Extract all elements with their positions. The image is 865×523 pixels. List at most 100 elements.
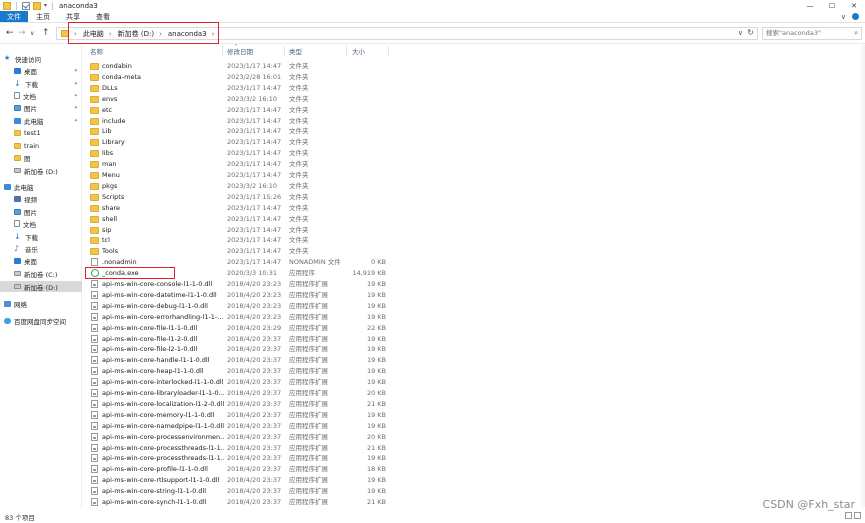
file-row[interactable]: api-ms-win-core-libraryloader-l1-1-0... 2… [84,388,865,399]
sidebar-item[interactable]: ↓ 下载 [0,231,82,242]
file-row[interactable]: Scripts 2023/1/17 15:26 文件夹 [84,192,865,203]
sidebar-item[interactable]: 百度网盘同步空间 [0,315,82,326]
file-row[interactable]: api-ms-win-core-heap-l1-1-0.dll 2018/4/20… [84,366,865,377]
expand-ribbon-icon[interactable]: ∨ [841,13,846,21]
column-header-size[interactable]: 大小 [352,45,365,57]
file-row[interactable]: api-ms-win-core-debug-l1-1-0.dll 2018/4/2… [84,301,865,312]
file-row[interactable]: conda-meta 2023/2/28 16:01 文件夹 [84,72,865,83]
search-box[interactable]: ⌕ [762,27,862,40]
column-divider[interactable] [388,46,389,56]
breadcrumb-separator[interactable]: › [74,30,77,38]
sidebar-item[interactable]: 图片 [0,206,82,217]
sidebar-item[interactable]: 新加卷 (D:) [0,281,82,292]
file-row[interactable]: Menu 2023/1/17 14:47 文件夹 [84,170,865,181]
sidebar-item[interactable]: 视频 [0,193,82,204]
column-header-date[interactable]: 修改日期 [227,45,253,57]
tab-share[interactable]: 共享 [58,11,88,22]
minimize-button[interactable]: — [799,0,821,11]
file-row[interactable]: api-ms-win-core-interlocked-l1-1-0.dll 20… [84,377,865,388]
sidebar-item[interactable]: 桌面 [0,255,82,266]
properties-icon[interactable] [22,1,30,10]
file-row[interactable]: api-ms-win-core-processthreads-l1-1... 20… [84,443,865,454]
sidebar-item[interactable]: 此电脑 ✦ [0,115,82,126]
file-row[interactable]: Tools 2023/1/17 14:47 文件夹 [84,246,865,257]
sidebar-item[interactable]: ♪ 音乐 [0,243,82,254]
refresh-icon[interactable]: ↻ [747,28,754,37]
file-row[interactable]: api-ms-win-core-file-l2-1-0.dll 2018/4/20… [84,344,865,355]
file-row[interactable]: api-ms-win-core-memory-l1-1-0.dll 2018/4/… [84,410,865,421]
new-folder-icon[interactable] [33,1,41,10]
sidebar-item[interactable]: 此电脑 [0,181,82,192]
sidebar-item[interactable]: 新加卷 (D:) [0,165,82,176]
file-row[interactable]: api-ms-win-core-console-l1-1-0.dll 2018/4… [84,279,865,290]
details-view-icon[interactable] [845,512,852,519]
help-icon[interactable] [852,13,859,20]
file-row[interactable]: api-ms-win-core-profile-l1-1-0.dll 2018/4… [84,464,865,475]
file-row[interactable]: api-ms-win-core-file-l1-2-0.dll 2018/4/20… [84,334,865,345]
search-input[interactable] [766,29,851,37]
file-row[interactable]: api-ms-win-core-string-l1-1-0.dll 2018/4/… [84,486,865,497]
file-row[interactable]: api-ms-win-core-file-l1-1-0.dll 2018/4/20… [84,323,865,334]
search-icon[interactable]: ⌕ [854,28,858,39]
sidebar-item[interactable]: test1 [0,127,82,138]
breadcrumb-anaconda3[interactable]: anaconda3 [168,30,207,38]
recent-locations-button[interactable]: ∨ [30,30,34,37]
tab-home[interactable]: 主页 [28,11,58,22]
file-row[interactable]: tcl 2023/1/17 14:47 文件夹 [84,235,865,246]
sidebar-item[interactable]: 文档 [0,218,82,229]
file-row[interactable]: envs 2023/3/2 16:10 文件夹 [84,94,865,105]
maximize-button[interactable]: ☐ [821,0,843,11]
address-dropdown-icon[interactable]: ∨ [738,29,743,37]
breadcrumb-drive-d[interactable]: 新加卷 (D:) [118,29,154,39]
file-row[interactable]: .nonadmin 2023/1/17 14:47 NONADMIN 文件 0 KB [84,257,865,268]
tab-view[interactable]: 查看 [88,11,118,22]
sidebar-item[interactable]: 文档 ✦ [0,90,82,101]
file-row[interactable]: api-ms-win-core-rtlsupport-l1-1-0.dll 201… [84,475,865,486]
sidebar-item[interactable]: ★ 快速访问 [0,53,82,64]
file-row[interactable]: shell 2023/1/17 14:47 文件夹 [84,214,865,225]
file-row[interactable]: api-ms-win-core-processthreads-l1-1... 20… [84,453,865,464]
sidebar-item[interactable]: 图 [0,152,82,163]
vertical-scrollbar[interactable] [861,45,865,507]
file-row[interactable]: api-ms-win-core-handle-l1-1-0.dll 2018/4/… [84,355,865,366]
column-divider[interactable] [284,46,285,56]
file-row[interactable]: api-ms-win-core-datetime-l1-1-0.dll 2018/… [84,290,865,301]
file-row[interactable]: api-ms-win-core-namedpipe-l1-1-0.dll 2018… [84,421,865,432]
column-divider[interactable] [222,46,223,56]
file-row[interactable]: api-ms-win-core-processenvironmen... 2018… [84,432,865,443]
file-row[interactable]: man 2023/1/17 14:47 文件夹 [84,159,865,170]
file-row[interactable]: api-ms-win-core-localization-l1-2-0.dll 2… [84,399,865,410]
sidebar-item[interactable]: 网络 [0,298,82,309]
tab-file[interactable]: 文件 [0,11,28,22]
column-divider[interactable] [346,46,347,56]
back-button[interactable]: ← [6,28,14,38]
file-row[interactable]: etc 2023/1/17 14:47 文件夹 [84,105,865,116]
forward-button[interactable]: → [18,28,26,38]
large-icons-view-icon[interactable] [854,512,861,519]
address-bar[interactable]: › 此电脑 › 新加卷 (D:) › anaconda3 › ∨ ↻ [56,27,758,40]
breadcrumb-separator[interactable]: › [109,30,112,38]
breadcrumb-this-pc[interactable]: 此电脑 [83,29,104,39]
sidebar-item[interactable]: 新加卷 (C:) [0,268,82,279]
file-row[interactable]: Lib 2023/1/17 14:47 文件夹 [84,126,865,137]
up-button[interactable]: ↑ [42,28,50,38]
sidebar-item[interactable]: train [0,140,82,151]
column-header-type[interactable]: 类型 [289,45,302,57]
file-row[interactable]: _conda.exe 2020/3/3 10:31 应用程序 14,919 KB [84,268,865,279]
breadcrumb-separator[interactable]: › [212,30,215,38]
file-row[interactable]: api-ms-win-core-synch-l1-1-0.dll 2018/4/2… [84,497,865,508]
file-row[interactable]: DLLs 2023/1/17 14:47 文件夹 [84,83,865,94]
sidebar-item[interactable]: ↓ 下载 ✦ [0,78,82,89]
file-row[interactable]: sip 2023/1/17 14:47 文件夹 [84,225,865,236]
file-row[interactable]: condabin 2023/1/17 14:47 文件夹 [84,61,865,72]
sidebar-item[interactable]: 图片 ✦ [0,102,82,113]
customize-toolbar-icon[interactable]: ▾ [44,2,47,9]
column-header-name[interactable]: 名称 [90,45,103,57]
close-button[interactable]: ✕ [843,0,865,11]
file-row[interactable]: Library 2023/1/17 14:47 文件夹 [84,137,865,148]
file-row[interactable]: pkgs 2023/3/2 16:10 文件夹 [84,181,865,192]
sidebar-item[interactable]: 桌面 ✦ [0,65,82,76]
breadcrumb-separator[interactable]: › [159,30,162,38]
file-row[interactable]: api-ms-win-core-errorhandling-l1-1-... 20… [84,312,865,323]
file-row[interactable]: include 2023/1/17 14:47 文件夹 [84,116,865,127]
